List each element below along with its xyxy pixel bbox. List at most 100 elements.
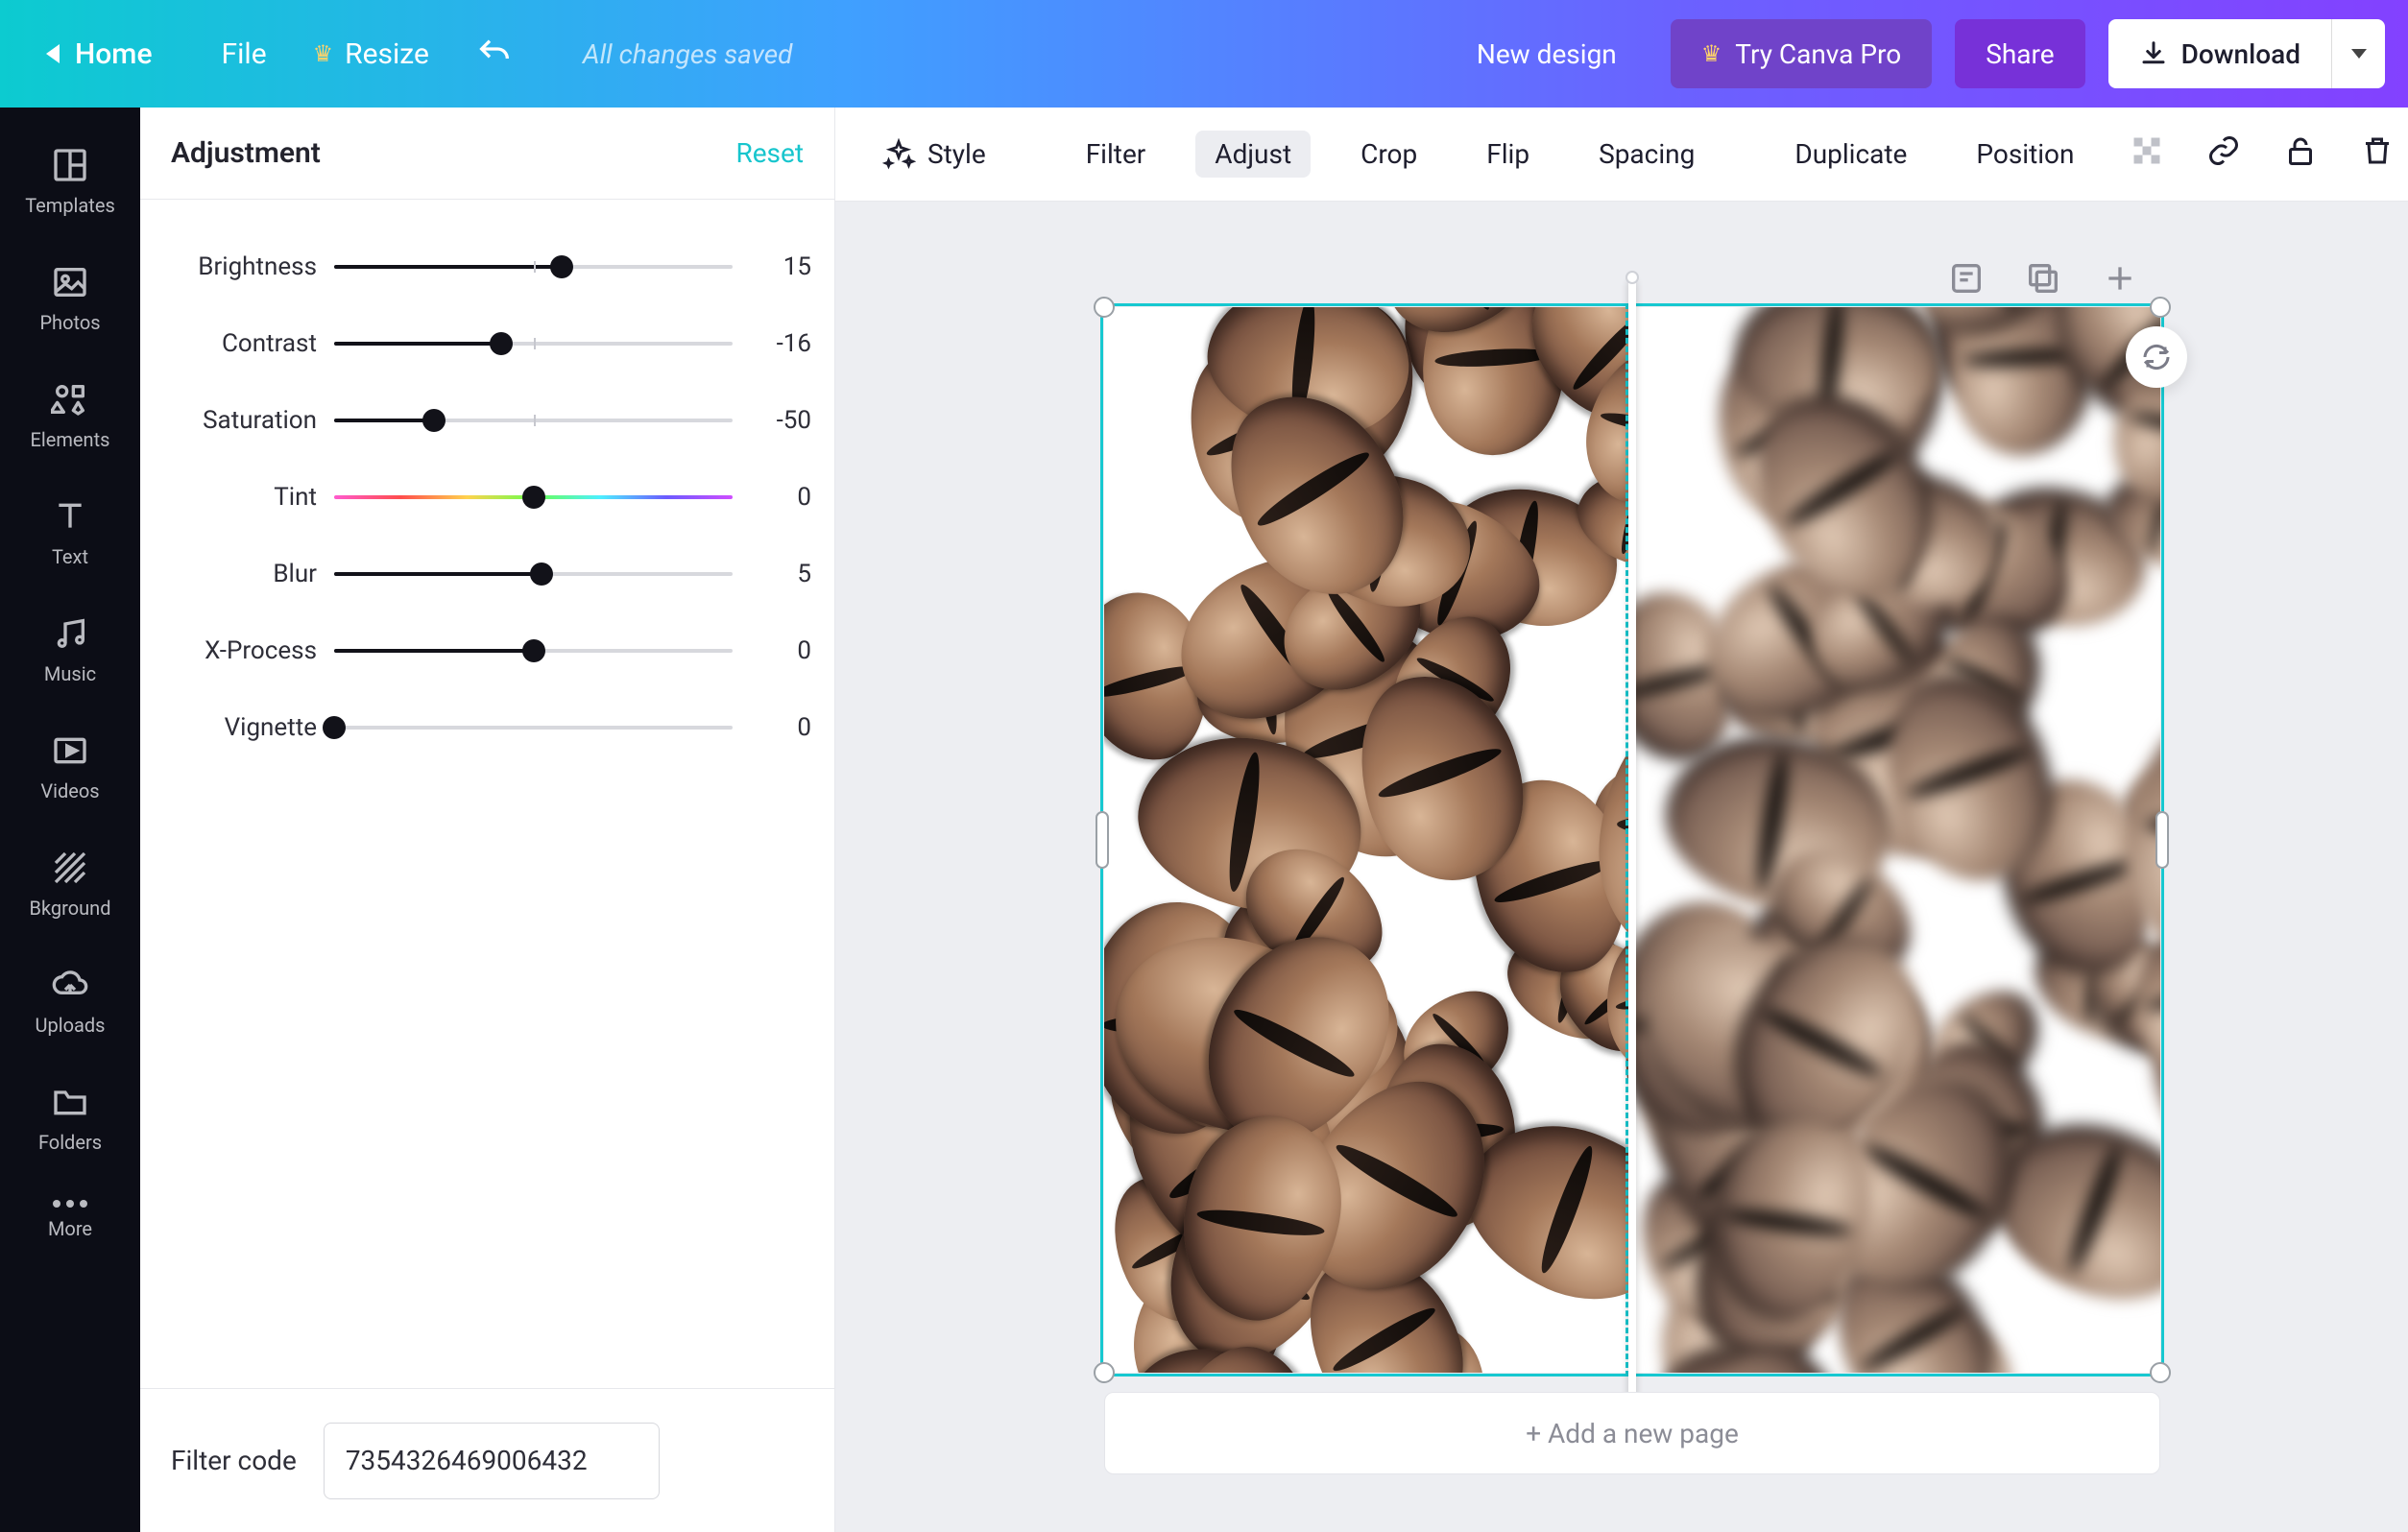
- uploads-icon: [51, 966, 89, 1004]
- slider-row-brightness: Brightness 15: [163, 228, 811, 305]
- sparkle-icon: [881, 137, 916, 172]
- undo-icon: [475, 35, 514, 73]
- slider-track[interactable]: [334, 572, 733, 576]
- slider-label: Brightness: [163, 252, 317, 281]
- home-button[interactable]: Home: [23, 30, 176, 79]
- elements-icon: [51, 380, 89, 419]
- sidebar-item-uploads[interactable]: Uploads: [0, 946, 140, 1060]
- slider-label: Blur: [163, 560, 317, 588]
- topnav-right: New design ♛ Try Canva Pro Share Downloa…: [1446, 19, 2385, 88]
- file-menu[interactable]: File: [222, 37, 267, 71]
- reset-button[interactable]: Reset: [735, 137, 804, 169]
- filter-code-input[interactable]: [324, 1423, 660, 1499]
- slider-thumb[interactable]: [490, 332, 513, 355]
- slider-track[interactable]: [334, 649, 733, 653]
- resize-handle-tl[interactable]: [1094, 297, 1115, 318]
- top-navbar: Home File ♛ Resize All changes saved New…: [0, 0, 2408, 108]
- filter-code-row: Filter code: [140, 1388, 834, 1532]
- undo-button[interactable]: [475, 35, 514, 73]
- resize-menu[interactable]: ♛ Resize: [313, 37, 429, 71]
- share-button[interactable]: Share: [1955, 19, 2084, 88]
- folders-icon: [51, 1083, 89, 1121]
- try-pro-button[interactable]: ♛ Try Canva Pro: [1671, 19, 1932, 88]
- sidebar-item-videos[interactable]: Videos: [0, 712, 140, 826]
- resize-handle-ml[interactable]: [1096, 811, 1109, 869]
- new-design-button[interactable]: New design: [1446, 19, 1648, 88]
- page-add-button[interactable]: [2101, 259, 2139, 298]
- more-icon: [53, 1200, 87, 1208]
- crown-icon: ♛: [1701, 40, 1722, 67]
- slider-value: 15: [750, 252, 811, 281]
- duplicate-button[interactable]: Duplicate: [1775, 131, 1926, 178]
- refresh-icon: [2139, 340, 2174, 374]
- slider-value: 0: [750, 636, 811, 665]
- slider-label: Tint: [163, 483, 317, 512]
- save-status: All changes saved: [583, 38, 793, 70]
- slider-thumb[interactable]: [422, 409, 445, 432]
- sidebar-item-music[interactable]: Music: [0, 595, 140, 708]
- transparency-icon: [2130, 133, 2164, 168]
- crop-button[interactable]: Crop: [1341, 131, 1436, 178]
- slider-value: 5: [750, 560, 811, 588]
- lock-button[interactable]: [2277, 128, 2324, 180]
- slider-track[interactable]: [334, 342, 733, 346]
- selection-outline-left: [1100, 303, 1628, 1376]
- resize-handle-tr[interactable]: [2150, 297, 2171, 318]
- resize-handle-bl[interactable]: [1094, 1362, 1115, 1383]
- position-button[interactable]: Position: [1957, 131, 2093, 178]
- refresh-button[interactable]: [2126, 326, 2187, 388]
- style-button[interactable]: Style: [862, 130, 1005, 180]
- slider-label: X-Process: [163, 636, 317, 665]
- filter-code-label: Filter code: [171, 1445, 297, 1476]
- artboard[interactable]: [1104, 307, 2160, 1373]
- slider-thumb[interactable]: [323, 716, 346, 739]
- add-page-button[interactable]: + Add a new page: [1104, 1392, 2160, 1474]
- resize-handle-br[interactable]: [2150, 1362, 2171, 1383]
- slider-value: 0: [750, 483, 811, 512]
- slider-row-x-process: X-Process 0: [163, 612, 811, 689]
- slider-thumb[interactable]: [522, 486, 545, 509]
- slider-thumb[interactable]: [530, 563, 553, 586]
- page-notes-button[interactable]: [1947, 259, 1986, 298]
- spacing-button[interactable]: Spacing: [1579, 131, 1714, 178]
- trash-icon: [2360, 133, 2395, 168]
- sidebar-item-text[interactable]: Text: [0, 478, 140, 591]
- delete-button[interactable]: [2354, 128, 2400, 180]
- sidebar-item-folders[interactable]: Folders: [0, 1064, 140, 1177]
- icon-sidebar: Templates Photos Elements Text Music Vid…: [0, 108, 140, 1532]
- slider-track[interactable]: [334, 495, 733, 499]
- sidebar-item-elements[interactable]: Elements: [0, 361, 140, 474]
- page-duplicate-button[interactable]: [2024, 259, 2062, 298]
- crown-icon: ♛: [313, 40, 334, 67]
- download-icon: [2139, 39, 2168, 68]
- download-dropdown[interactable]: [2331, 19, 2385, 88]
- canvas-area: + Add a new page: [835, 202, 2408, 1532]
- resize-handle-mr[interactable]: [2155, 811, 2169, 869]
- flip-button[interactable]: Flip: [1467, 131, 1549, 178]
- slider-track[interactable]: [334, 726, 733, 730]
- chevron-down-icon: [2351, 49, 2367, 59]
- home-label: Home: [75, 37, 153, 71]
- slider-value: -16: [750, 329, 811, 358]
- slider-label: Saturation: [163, 406, 317, 435]
- sliders-list: Brightness 15 Contrast -16 Saturation -50 Tint…: [140, 200, 834, 1388]
- slider-value: -50: [750, 406, 811, 435]
- filter-button[interactable]: Filter: [1067, 131, 1166, 178]
- file-menu-group: File ♛ Resize: [222, 37, 429, 71]
- sidebar-item-bkground[interactable]: Bkground: [0, 829, 140, 943]
- comparison-divider[interactable]: [1628, 278, 1636, 1411]
- adjust-button[interactable]: Adjust: [1195, 131, 1311, 178]
- download-button[interactable]: Download: [2108, 19, 2331, 88]
- music-icon: [51, 614, 89, 653]
- lock-icon: [2283, 133, 2318, 168]
- slider-track[interactable]: [334, 419, 733, 422]
- slider-thumb[interactable]: [522, 639, 545, 662]
- link-button[interactable]: [2201, 128, 2247, 180]
- sidebar-item-templates[interactable]: Templates: [0, 127, 140, 240]
- transparency-button[interactable]: [2124, 128, 2170, 180]
- slider-track[interactable]: [334, 265, 733, 269]
- slider-label: Contrast: [163, 329, 317, 358]
- sidebar-item-photos[interactable]: Photos: [0, 244, 140, 357]
- slider-thumb[interactable]: [550, 255, 573, 278]
- sidebar-item-more[interactable]: More: [0, 1181, 140, 1263]
